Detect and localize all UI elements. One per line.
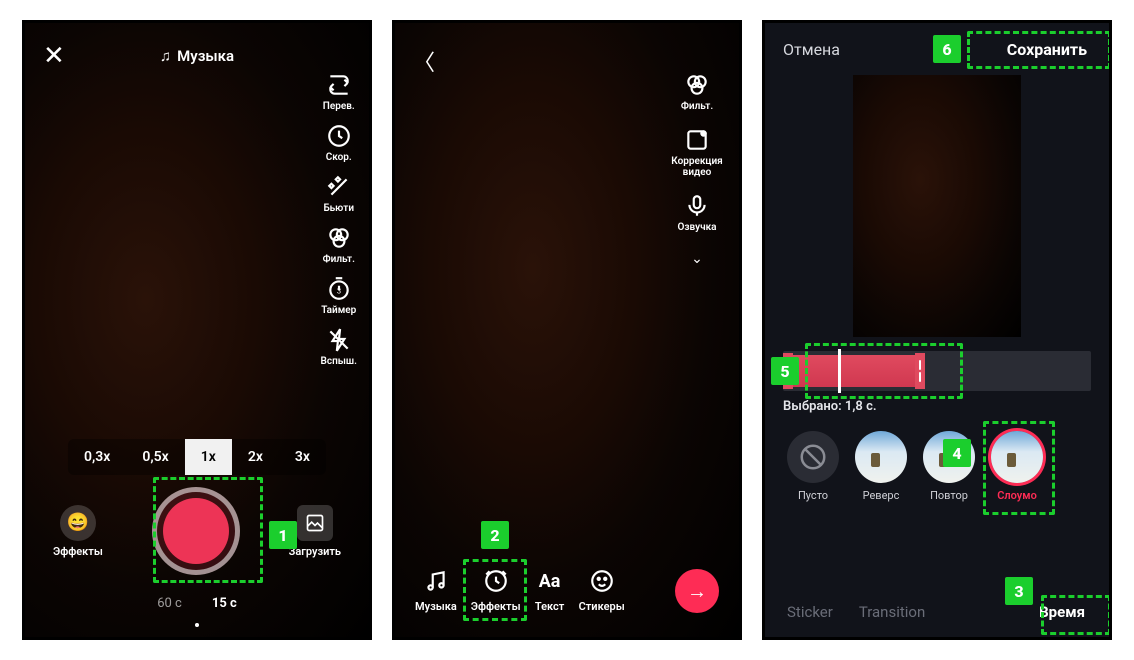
text-tool[interactable]: Aa Текст xyxy=(535,566,565,613)
duration-60s[interactable]: 60 с xyxy=(157,596,182,611)
effect-none[interactable]: Пусто xyxy=(787,431,839,502)
duration-15s[interactable]: 15 с xyxy=(212,596,237,611)
filter-button[interactable]: Фильт. xyxy=(323,224,355,265)
stickers-tool[interactable]: Стикеры xyxy=(579,566,625,613)
none-icon xyxy=(787,431,839,483)
effect-slowmo[interactable]: Слоумо xyxy=(991,431,1043,502)
record-button[interactable] xyxy=(152,487,240,575)
speed-1x[interactable]: 1x xyxy=(185,439,232,475)
screen-time-effects: Отмена Сохранить Выбрано: 1,8 с. Пусто Р… xyxy=(762,20,1112,640)
video-preview xyxy=(853,75,1021,337)
music-tool[interactable]: Музыка xyxy=(415,566,457,613)
reverse-thumb xyxy=(855,431,907,483)
flip-camera-button[interactable]: Перев. xyxy=(323,71,355,112)
speed-3x[interactable]: 3x xyxy=(279,439,326,475)
filter-icon xyxy=(325,224,353,252)
clock-icon xyxy=(481,566,511,596)
effects-button[interactable]: 😄 Эффекты xyxy=(53,505,103,558)
annotation-badge-6: 6 xyxy=(933,35,961,63)
filter-button[interactable]: Фильт. xyxy=(681,71,713,112)
slowmo-thumb xyxy=(991,431,1043,483)
arrow-right-icon: → xyxy=(687,579,707,604)
music-label: Музыка xyxy=(177,47,234,65)
cancel-button[interactable]: Отмена xyxy=(783,40,840,59)
time-effects-row: Пусто Реверс Повтор Слоумо xyxy=(765,431,1109,502)
speed-icon xyxy=(325,122,353,150)
annotation-badge-1: 1 xyxy=(269,521,297,549)
playhead[interactable] xyxy=(838,349,841,393)
screen-record: ✕ Музыка Перев. Скор. Бьюти xyxy=(22,20,372,640)
effect-tabs: Sticker Transition Время xyxy=(765,599,1109,625)
back-icon[interactable]: 〈 xyxy=(413,45,435,77)
timer-icon: 3 xyxy=(325,275,353,303)
annotation-badge-3: 3 xyxy=(1005,577,1033,605)
svg-text:3: 3 xyxy=(337,286,341,295)
top-bar: ✕ Музыка xyxy=(25,41,369,71)
effect-reverse[interactable]: Реверс xyxy=(855,431,907,502)
timeline-area: Выбрано: 1,8 с. xyxy=(783,351,1091,414)
timeline[interactable] xyxy=(783,351,1091,391)
screen-edit: 〈 Фильт. Коррекция видео Озвучка ⌄ xyxy=(392,20,742,640)
record-row: 😄 Эффекты Загрузить xyxy=(25,487,369,575)
speed-button[interactable]: Скор. xyxy=(325,122,353,163)
text-icon: Aa xyxy=(535,566,565,596)
mic-icon xyxy=(683,192,711,220)
effects-tool[interactable]: Эффекты xyxy=(471,566,521,613)
close-icon[interactable]: ✕ xyxy=(43,41,65,71)
annotation-badge-2: 2 xyxy=(481,521,509,549)
annotation-badge-4: 4 xyxy=(943,439,971,467)
timer-button[interactable]: 3 Таймер xyxy=(321,275,356,316)
save-button[interactable]: Сохранить xyxy=(1003,34,1091,65)
annotation-badge-5: 5 xyxy=(771,357,799,385)
speed-selector: 0,3x 0,5x 1x 2x 3x xyxy=(68,439,326,475)
music-button[interactable]: Музыка xyxy=(160,47,234,65)
selected-segment[interactable] xyxy=(783,355,925,387)
record-inner xyxy=(163,498,229,564)
next-button[interactable]: → xyxy=(675,569,719,613)
video-correction-button[interactable]: Коррекция видео xyxy=(667,126,727,178)
right-toolbar: Фильт. Коррекция видео Озвучка ⌄ xyxy=(667,71,727,267)
flip-icon xyxy=(325,71,353,99)
voiceover-button[interactable]: Озвучка xyxy=(677,192,716,233)
speed-0-5x[interactable]: 0,5x xyxy=(126,439,184,475)
pager-dot xyxy=(195,623,199,627)
music-note-icon xyxy=(160,47,171,65)
speed-0-3x[interactable]: 0,3x xyxy=(68,439,126,475)
flash-off-icon xyxy=(325,326,353,354)
bottom-toolbar: Музыка Эффекты Aa Текст Стикеры → xyxy=(395,566,739,613)
flash-button[interactable]: Вспыш. xyxy=(321,326,357,367)
music-note-icon xyxy=(421,566,451,596)
tab-sticker[interactable]: Sticker xyxy=(787,603,833,621)
filter-icon xyxy=(683,71,711,99)
duration-selector: 60 с 15 с xyxy=(157,596,237,611)
tab-time[interactable]: Время xyxy=(1037,599,1087,625)
wand-icon xyxy=(325,173,353,201)
gallery-icon xyxy=(297,505,333,541)
selection-label: Выбрано: 1,8 с. xyxy=(783,399,1091,414)
tab-transition[interactable]: Transition xyxy=(859,603,925,621)
right-toolbar: Перев. Скор. Бьюти Фильт. 3 Таймер xyxy=(321,71,357,367)
segment-handle-right[interactable] xyxy=(915,353,925,389)
speed-2x[interactable]: 2x xyxy=(232,439,279,475)
smiley-icon: 😄 xyxy=(60,505,96,541)
beauty-button[interactable]: Бьюти xyxy=(323,173,354,214)
expand-tools-icon[interactable]: ⌄ xyxy=(691,251,703,267)
crop-icon xyxy=(683,126,711,154)
sticker-icon xyxy=(587,566,617,596)
